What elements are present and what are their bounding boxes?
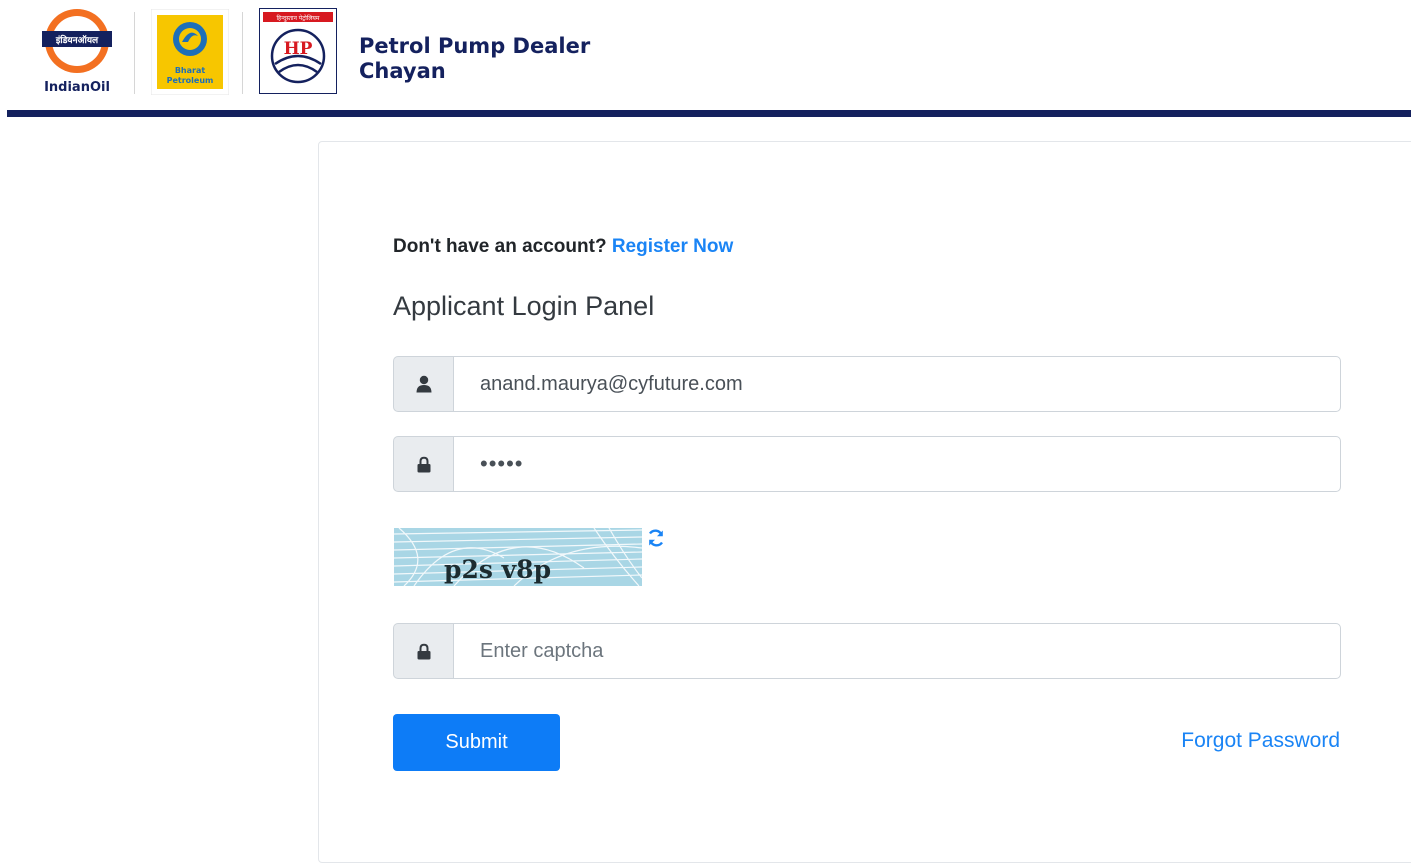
submit-button[interactable]: Submit xyxy=(393,714,560,771)
site-title: Petrol Pump Dealer Chayan xyxy=(359,34,590,84)
svg-text:हिन्दुस्तान पेट्रोलियम: हिन्दुस्तान पेट्रोलियम xyxy=(276,14,319,22)
site-title-line1: Petrol Pump Dealer xyxy=(359,34,591,58)
refresh-icon[interactable] xyxy=(646,528,666,548)
email-field[interactable] xyxy=(453,356,1341,412)
captcha-text: p2s v8p xyxy=(444,555,551,584)
svg-text:HP: HP xyxy=(284,39,313,59)
login-panel-title: Applicant Login Panel xyxy=(393,291,655,321)
captcha-addon xyxy=(393,623,453,679)
captcha-input[interactable] xyxy=(453,623,1341,679)
register-now-link[interactable]: Register Now xyxy=(612,236,733,257)
indianoil-logo: इंडियनऑयल IndianOil xyxy=(42,9,112,95)
register-prompt: Don't have an account? Register Now xyxy=(393,236,733,258)
password-field[interactable] xyxy=(453,436,1341,492)
site-title-line2: Chayan xyxy=(359,59,446,83)
captcha-input-group xyxy=(393,623,1341,679)
user-icon xyxy=(416,375,431,393)
svg-text:इंडियनऑयल: इंडियनऑयल xyxy=(55,34,99,46)
captcha-image: p2s v8p xyxy=(394,528,642,586)
lock-icon xyxy=(417,643,430,659)
password-input-group xyxy=(393,436,1341,492)
header-divider-bar xyxy=(7,110,1411,117)
svg-text:Petroleum: Petroleum xyxy=(167,76,214,85)
lock-icon xyxy=(417,456,430,472)
svg-text:IndianOil: IndianOil xyxy=(44,80,110,95)
svg-text:Bharat: Bharat xyxy=(175,66,206,75)
register-prompt-text: Don't have an account? xyxy=(393,236,607,257)
email-input-group xyxy=(393,356,1341,412)
password-addon xyxy=(393,436,453,492)
logo-divider xyxy=(242,12,243,94)
site-header: इंडियनऑयल IndianOil Bharat Petroleum हिन… xyxy=(0,0,1411,110)
hp-logo: हिन्दुस्तान पेट्रोलियम HP xyxy=(259,8,337,94)
forgot-password-link[interactable]: Forgot Password xyxy=(1181,729,1340,753)
bharat-petroleum-logo: Bharat Petroleum xyxy=(151,9,229,95)
email-addon xyxy=(393,356,453,412)
logo-divider xyxy=(134,12,135,94)
